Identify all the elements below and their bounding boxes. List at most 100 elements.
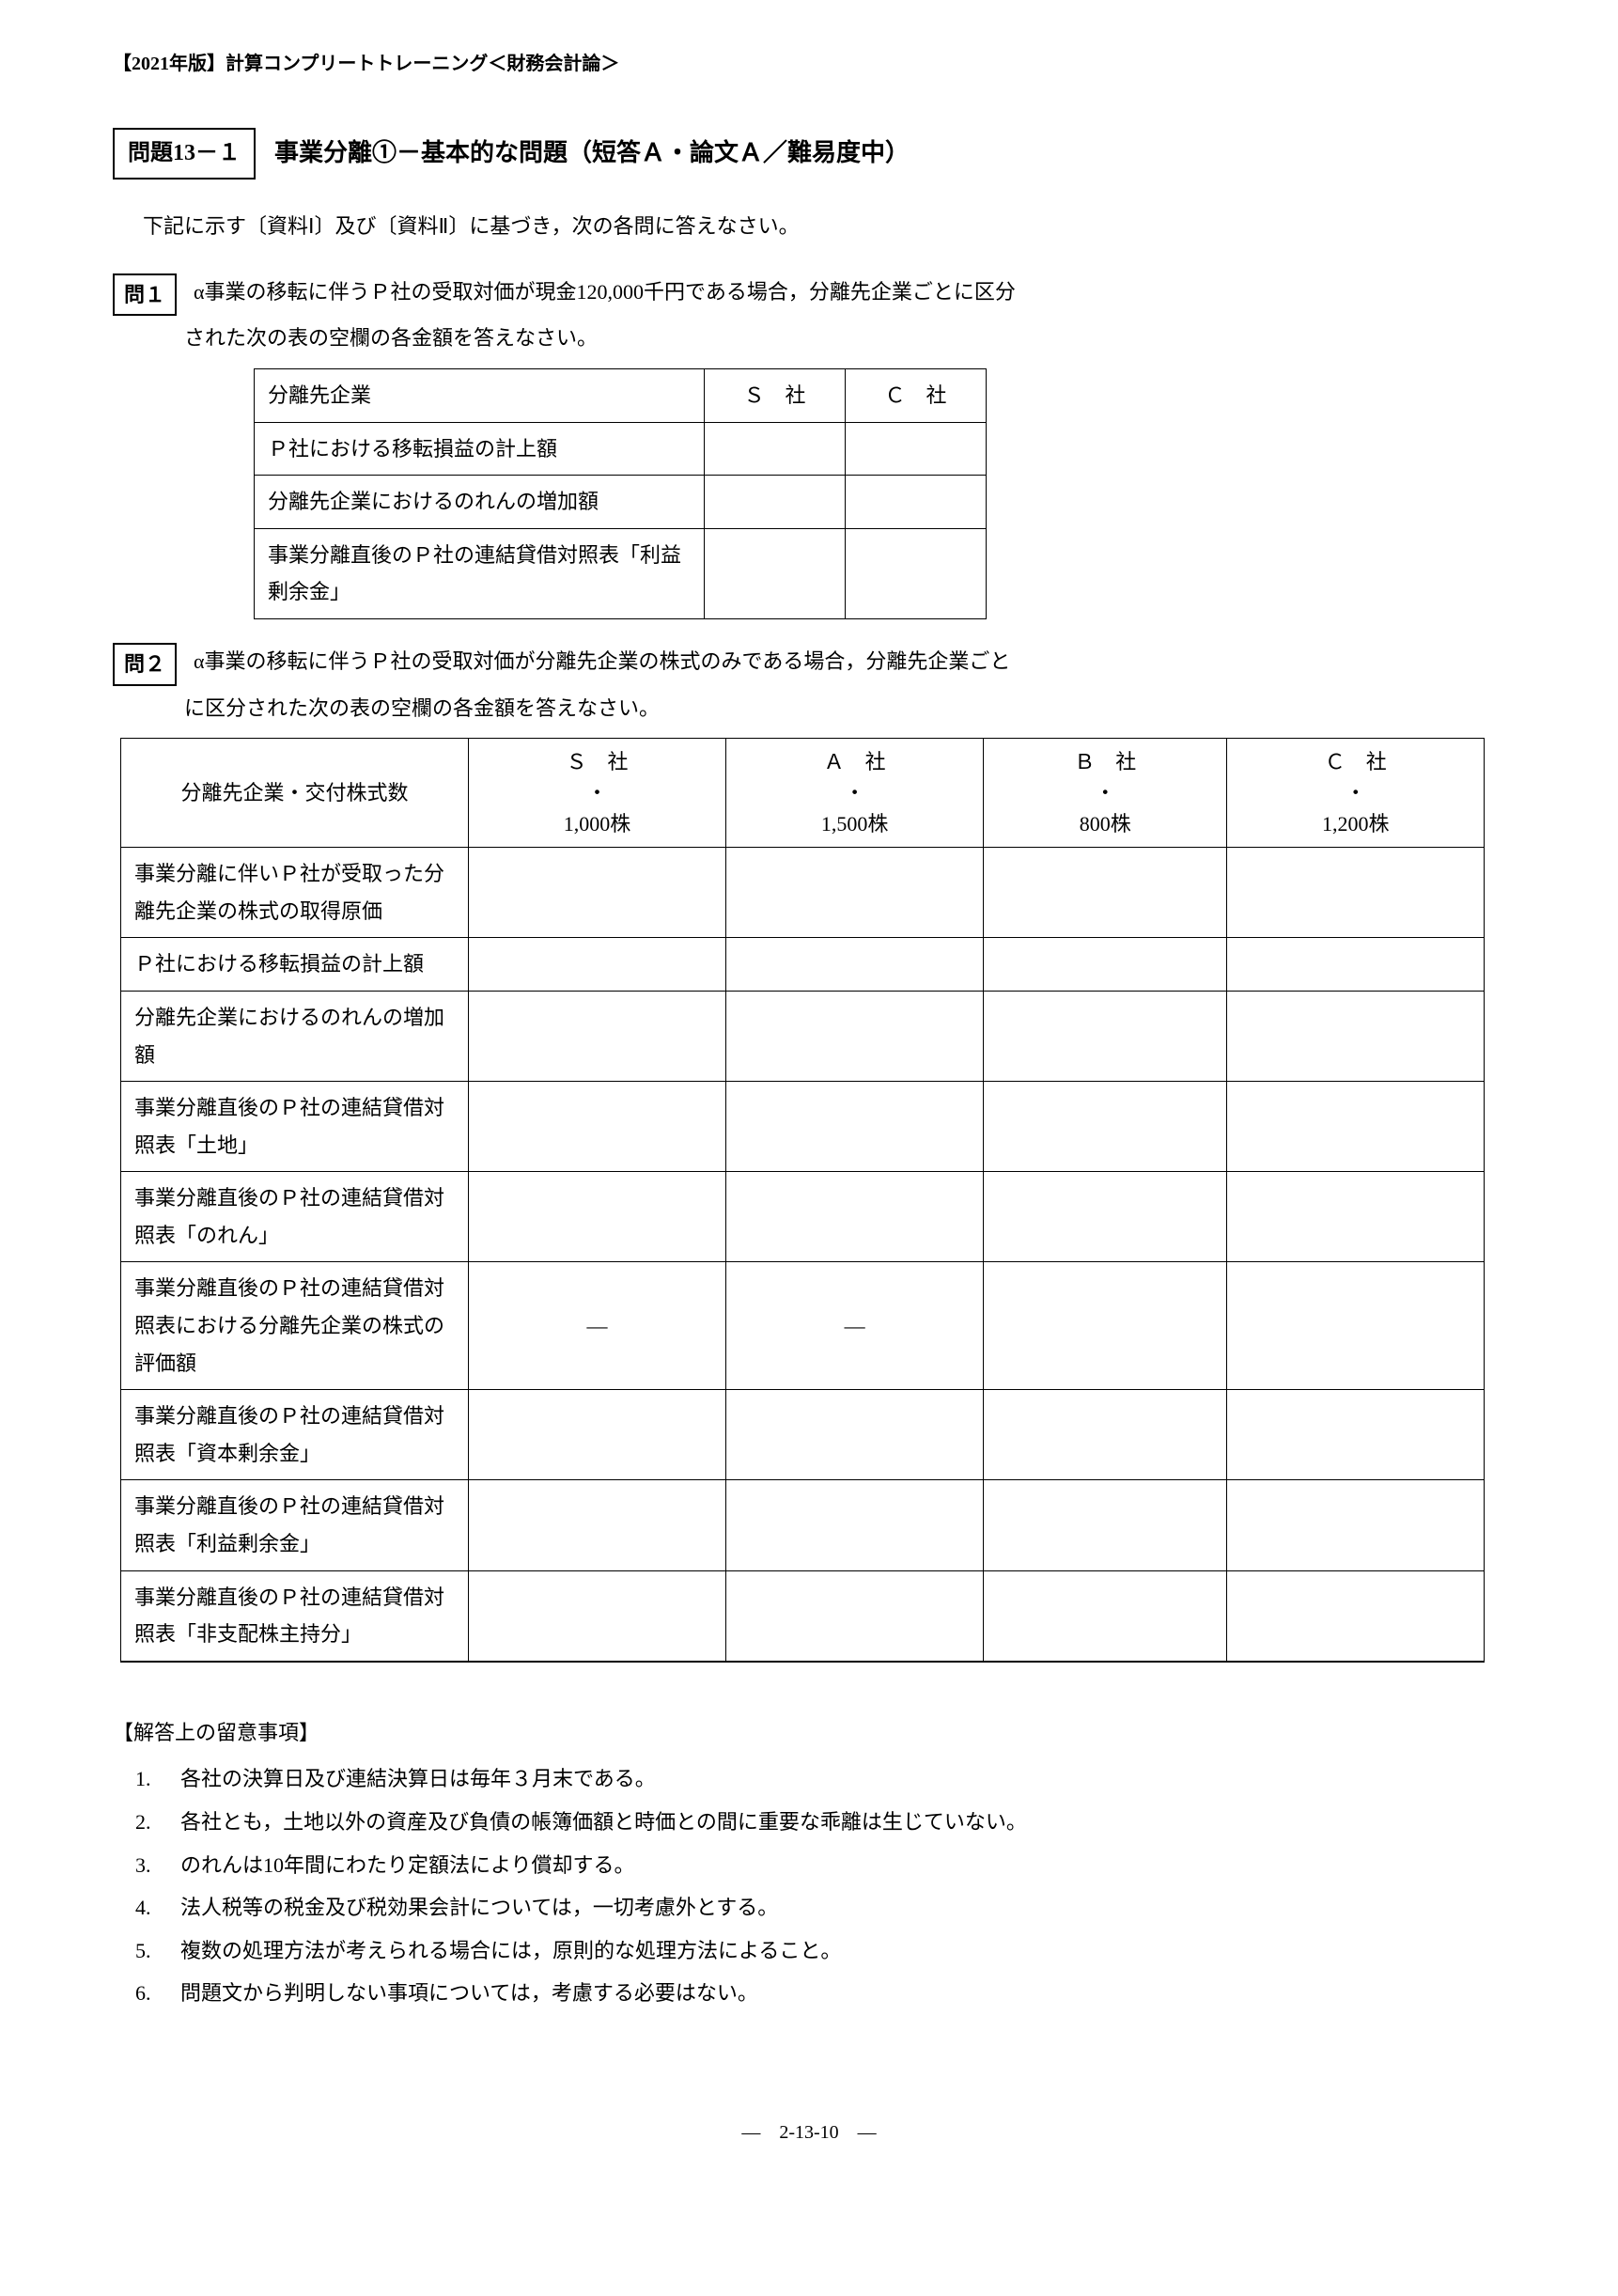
t2-col-3-name: Ｃ 社 xyxy=(1325,750,1387,773)
t2-r5-c3 xyxy=(1227,1262,1485,1390)
t2-r0-c1 xyxy=(726,848,984,938)
t2-r6-c3 xyxy=(1227,1390,1485,1480)
t2-r6-c1 xyxy=(726,1390,984,1480)
question-2-text: α事業の移転に伴うＰ社の受取対価が分離先企業の株式のみである場合，分離先企業ごと xyxy=(194,643,1505,680)
question-1-label: 問１ xyxy=(113,273,177,317)
problem-title: 事業分離①－基本的な問題（短答Ａ・論文Ａ／難易度中） xyxy=(274,132,910,176)
t2-r4-c2 xyxy=(984,1172,1227,1262)
t2-r0-c3 xyxy=(1227,848,1485,938)
note-item: 1. 各社の決算日及び連結決算日は毎年３月末である。 xyxy=(135,1760,1505,1798)
t2-r3-c3 xyxy=(1227,1082,1485,1172)
t2-col-2-name: Ｂ 社 xyxy=(1074,750,1136,773)
t2-col-3-shares: 1,200株 xyxy=(1322,812,1390,836)
t2-r4-c0 xyxy=(469,1172,726,1262)
t2-r3-c0 xyxy=(469,1082,726,1172)
note-text: 複数の処理方法が考えられる場合には，原則的な処理方法によること。 xyxy=(180,1932,841,1970)
note-item: 4. 法人税等の税金及び税効果会計については，一切考慮外とする。 xyxy=(135,1889,1505,1927)
t1-r0-c0 xyxy=(705,422,846,476)
note-num: 2. xyxy=(135,1804,160,1841)
t2-col-1: Ａ 社・ 1,500株 xyxy=(726,739,984,848)
t2-col-1-name: Ａ 社 xyxy=(824,750,886,773)
t2-r6-label: 事業分離直後のＰ社の連結貸借対照表「資本剰余金」 xyxy=(121,1390,469,1480)
note-num: 6. xyxy=(135,1975,160,2012)
question-1-text-cont: された次の表の空欄の各金額を答えなさい。 xyxy=(113,320,1505,357)
notes-title: 【解答上の留意事項】 xyxy=(113,1714,1505,1752)
t2-r5-c1: ― xyxy=(726,1262,984,1390)
t2-r7-c2 xyxy=(984,1480,1227,1570)
intro-text: 下記に示す〔資料Ⅰ〕及び〔資料Ⅱ〕に基づき，次の各問に答えなさい。 xyxy=(113,208,1505,245)
notes-section: 【解答上の留意事項】 1. 各社の決算日及び連結決算日は毎年３月末である。 2. 各… xyxy=(113,1714,1505,2012)
t2-r2-c0 xyxy=(469,991,726,1081)
t2-r7-c1 xyxy=(726,1480,984,1570)
t2-r0-label: 事業分離に伴いＰ社が受取った分離先企業の株式の取得原価 xyxy=(121,848,469,938)
t1-r1-c1 xyxy=(846,476,987,529)
t1-r2-c0 xyxy=(705,528,846,618)
t2-r1-c2 xyxy=(984,938,1227,992)
t2-rowhdr-label: 分離先企業・交付株式数 xyxy=(121,739,469,848)
t2-r2-c3 xyxy=(1227,991,1485,1081)
t2-r5-c0: ― xyxy=(469,1262,726,1390)
question-2: 問２ α事業の移転に伴うＰ社の受取対価が分離先企業の株式のみである場合，分離先企… xyxy=(113,643,1505,1663)
t2-r8-label: 事業分離直後のＰ社の連結貸借対照表「非支配株主持分」 xyxy=(121,1570,469,1662)
t2-r2-label: 分離先企業におけるのれんの増加額 xyxy=(121,991,469,1081)
t1-r0-c1 xyxy=(846,422,987,476)
t1-row-0-label: Ｐ社における移転損益の計上額 xyxy=(255,422,705,476)
page-header: 【2021年版】計算コンプリートトレーニング＜財務会計論＞ xyxy=(113,47,1505,81)
note-item: 2. 各社とも，土地以外の資産及び負債の帳簿価額と時価との間に重要な乖離は生じてい… xyxy=(135,1804,1505,1841)
note-item: 5. 複数の処理方法が考えられる場合には，原則的な処理方法によること。 xyxy=(135,1932,1505,1970)
t1-header-0: 分離先企業 xyxy=(255,368,705,422)
t2-col-0-shares: 1,000株 xyxy=(564,812,631,836)
t2-r7-label: 事業分離直後のＰ社の連結貸借対照表「利益剰余金」 xyxy=(121,1480,469,1570)
t2-r6-c0 xyxy=(469,1390,726,1480)
note-text: 法人税等の税金及び税効果会計については，一切考慮外とする。 xyxy=(180,1889,778,1927)
t2-r3-c1 xyxy=(726,1082,984,1172)
notes-list: 1. 各社の決算日及び連結決算日は毎年３月末である。 2. 各社とも，土地以外の資産… xyxy=(113,1760,1505,2012)
t1-row-2-label: 事業分離直後のＰ社の連結貸借対照表「利益剰余金」 xyxy=(255,528,705,618)
note-text: 問題文から判明しない事項については，考慮する必要はない。 xyxy=(180,1975,758,2012)
t2-r8-c0 xyxy=(469,1570,726,1662)
t1-header-2: Ｃ 社 xyxy=(846,368,987,422)
note-text: 各社とも，土地以外の資産及び負債の帳簿価額と時価との間に重要な乖離は生じていない… xyxy=(180,1804,1027,1841)
problem-number: 問題13－１ xyxy=(113,128,256,180)
t2-col-2-shares: 800株 xyxy=(1080,812,1131,836)
t2-r4-c1 xyxy=(726,1172,984,1262)
t2-r4-c3 xyxy=(1227,1172,1485,1262)
t2-r1-c3 xyxy=(1227,938,1485,992)
t2-r5-label: 事業分離直後のＰ社の連結貸借対照表における分離先企業の株式の評価額 xyxy=(121,1262,469,1390)
note-num: 5. xyxy=(135,1932,160,1970)
t1-r1-c0 xyxy=(705,476,846,529)
t1-r2-c1 xyxy=(846,528,987,618)
note-num: 4. xyxy=(135,1889,160,1927)
t2-r3-c2 xyxy=(984,1082,1227,1172)
t2-r3-label: 事業分離直後のＰ社の連結貸借対照表「土地」 xyxy=(121,1082,469,1172)
question-1-text: α事業の移転に伴うＰ社の受取対価が現金120,000千円である場合，分離先企業ご… xyxy=(194,273,1505,311)
t2-r1-label: Ｐ社における移転損益の計上額 xyxy=(121,938,469,992)
t2-col-0: Ｓ 社・ 1,000株 xyxy=(469,739,726,848)
note-item: 3. のれんは10年間にわたり定額法により償却する。 xyxy=(135,1847,1505,1884)
t2-col-0-name: Ｓ 社 xyxy=(567,750,629,773)
t2-r7-c3 xyxy=(1227,1480,1485,1570)
t2-col-1-shares: 1,500株 xyxy=(821,812,889,836)
t2-r2-c1 xyxy=(726,991,984,1081)
t2-r1-c1 xyxy=(726,938,984,992)
page-footer: ― 2-13-10 ― xyxy=(113,2116,1505,2149)
question-2-text-cont: に区分された次の表の空欄の各金額を答えなさい。 xyxy=(113,690,1505,727)
note-num: 3. xyxy=(135,1847,160,1884)
t2-r4-label: 事業分離直後のＰ社の連結貸借対照表「のれん」 xyxy=(121,1172,469,1262)
t2-r8-c2 xyxy=(984,1570,1227,1662)
t1-header-1: Ｓ 社 xyxy=(705,368,846,422)
t2-col-2: Ｂ 社・ 800株 xyxy=(984,739,1227,848)
note-text: 各社の決算日及び連結決算日は毎年３月末である。 xyxy=(180,1760,656,1798)
note-num: 1. xyxy=(135,1760,160,1798)
t2-r0-c0 xyxy=(469,848,726,938)
note-text: のれんは10年間にわたり定額法により償却する。 xyxy=(180,1847,635,1884)
t2-col-3: Ｃ 社・ 1,200株 xyxy=(1227,739,1485,848)
question-2-label: 問２ xyxy=(113,643,177,686)
t2-r8-c3 xyxy=(1227,1570,1485,1662)
t2-r2-c2 xyxy=(984,991,1227,1081)
note-item: 6. 問題文から判明しない事項については，考慮する必要はない。 xyxy=(135,1975,1505,2012)
t2-r5-c2 xyxy=(984,1262,1227,1390)
table-2: 分離先企業・交付株式数 Ｓ 社・ 1,000株 Ａ 社・ 1,500株 Ｂ 社・… xyxy=(120,738,1485,1663)
t2-r6-c2 xyxy=(984,1390,1227,1480)
problem-header: 問題13－１ 事業分離①－基本的な問題（短答Ａ・論文Ａ／難易度中） xyxy=(113,128,1505,180)
